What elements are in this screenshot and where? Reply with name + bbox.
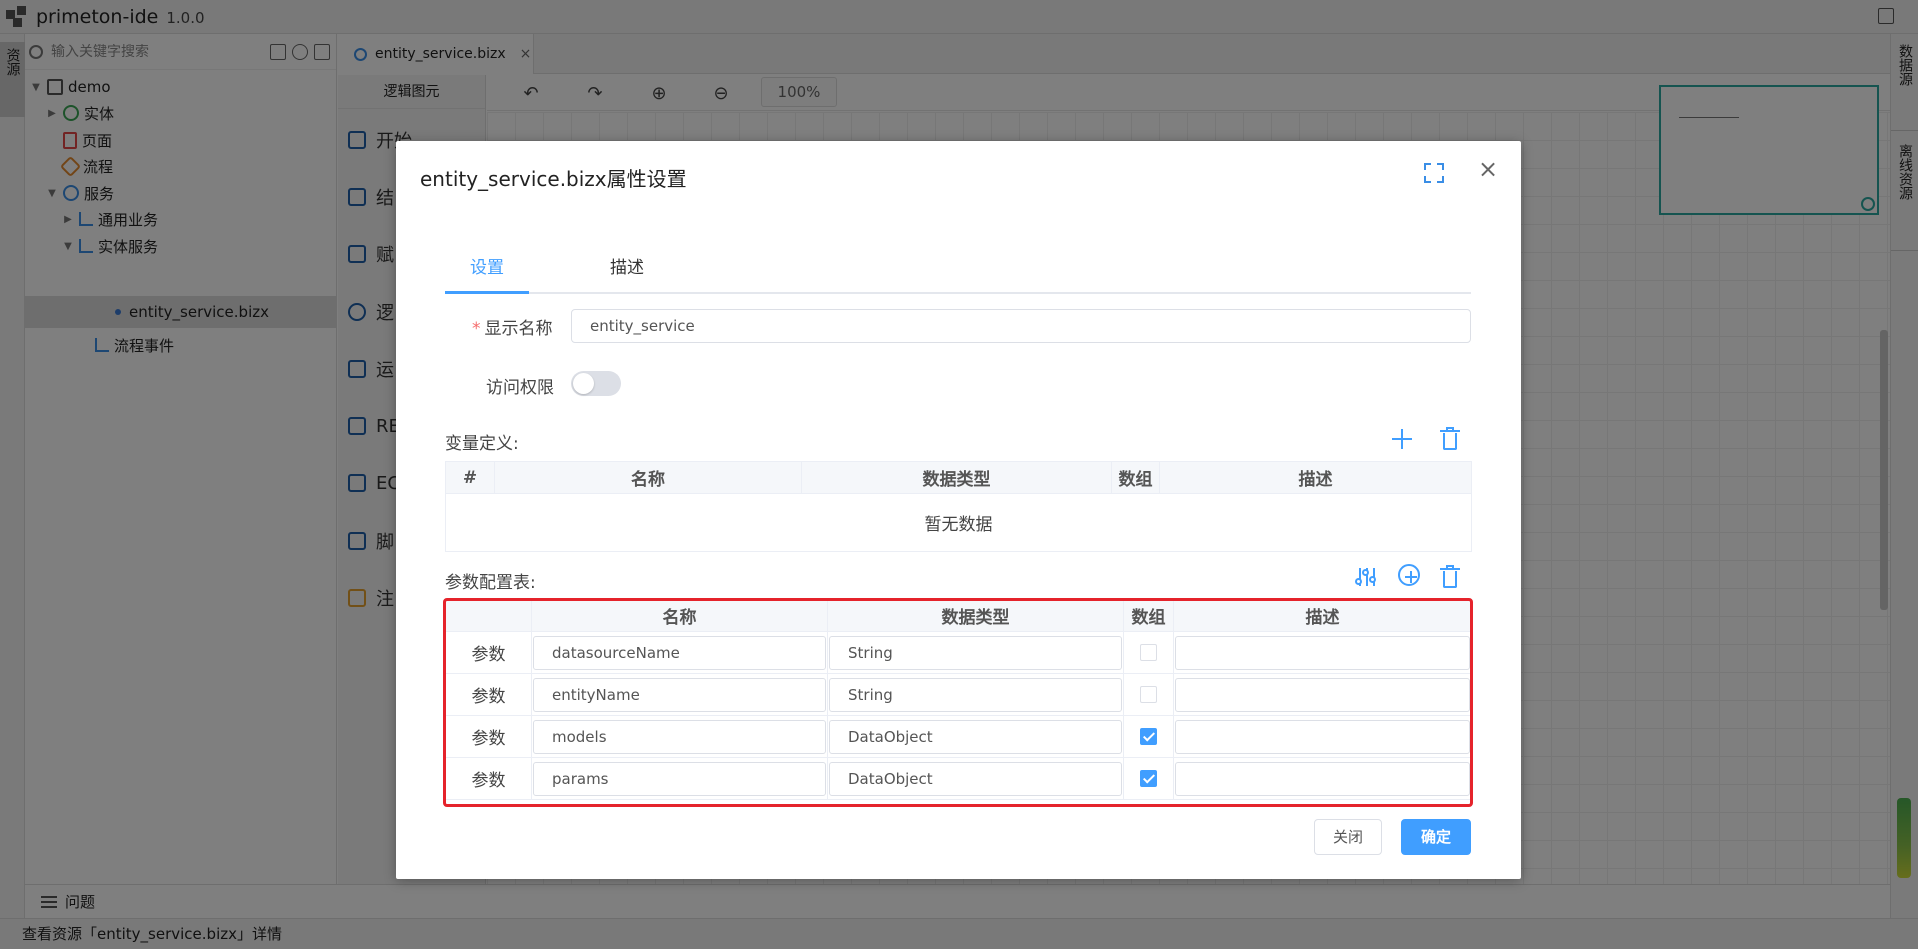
param-kind: 参数 — [445, 631, 532, 674]
param-name-input[interactable] — [533, 761, 826, 796]
display-name-label: * 显示名称 — [472, 319, 553, 339]
col-desc: 描述 — [1159, 461, 1472, 494]
properties-dialog: entity_service.bizx属性设置 × 设置 描述 *显示名称 访问… — [396, 141, 1521, 879]
array-checkbox[interactable] — [1140, 728, 1157, 745]
tab-settings[interactable]: 设置 — [445, 249, 529, 294]
param-desc-input[interactable] — [1175, 761, 1470, 796]
close-button[interactable]: 关闭 — [1314, 819, 1382, 855]
access-label: 访问权限 — [486, 378, 554, 398]
col-array: 数组 — [1111, 461, 1160, 494]
confirm-button[interactable]: 确定 — [1401, 819, 1471, 855]
col-name: 名称 — [494, 461, 802, 494]
access-toggle[interactable] — [571, 371, 621, 396]
add-variable-icon[interactable] — [1389, 426, 1415, 452]
param-table-header: 名称 数据类型 数组 描述 — [445, 599, 1472, 632]
fullscreen-icon[interactable] — [1424, 163, 1444, 183]
table-row: 参数 — [445, 757, 1472, 800]
variable-section-label: 变量定义: — [445, 434, 519, 454]
col-type: 数据类型 — [827, 599, 1124, 632]
array-checkbox[interactable] — [1140, 770, 1157, 787]
dialog-title: entity_service.bizx属性设置 — [420, 167, 687, 191]
variable-table-header: # 名称 数据类型 数组 描述 — [445, 461, 1472, 494]
add-param-icon[interactable] — [1398, 564, 1420, 586]
param-desc-input[interactable] — [1175, 635, 1470, 670]
param-table: 名称 数据类型 数组 描述 参数 参数 参数 — [445, 599, 1472, 800]
array-checkbox[interactable] — [1140, 644, 1157, 661]
param-name-input[interactable] — [533, 719, 826, 754]
col-name: 名称 — [531, 599, 828, 632]
param-type-input[interactable] — [829, 635, 1122, 670]
param-kind: 参数 — [445, 673, 532, 716]
col-type: 数据类型 — [801, 461, 1112, 494]
col-desc: 描述 — [1173, 599, 1472, 632]
param-name-input[interactable] — [533, 635, 826, 670]
variable-table: # 名称 数据类型 数组 描述 暂无数据 — [445, 461, 1472, 552]
array-checkbox[interactable] — [1140, 686, 1157, 703]
table-row: 参数 — [445, 673, 1472, 716]
table-row: 参数 — [445, 631, 1472, 674]
dialog-close-icon[interactable]: × — [1474, 155, 1502, 183]
tab-description[interactable]: 描述 — [585, 249, 669, 294]
param-type-input[interactable] — [829, 677, 1122, 712]
col-index: # — [445, 461, 495, 494]
col-kind — [445, 599, 532, 632]
dialog-tabs: 设置 描述 — [445, 249, 1471, 294]
param-kind: 参数 — [445, 715, 532, 758]
active-tab-indicator — [445, 291, 529, 294]
delete-variable-icon[interactable] — [1437, 426, 1463, 452]
table-row: 参数 — [445, 715, 1472, 758]
settings-sliders-icon[interactable] — [1354, 564, 1380, 590]
param-type-input[interactable] — [829, 719, 1122, 754]
param-kind: 参数 — [445, 757, 532, 800]
param-name-input[interactable] — [533, 677, 826, 712]
param-type-input[interactable] — [829, 761, 1122, 796]
col-array: 数组 — [1123, 599, 1174, 632]
empty-state: 暂无数据 — [445, 493, 1472, 552]
display-name-input[interactable] — [571, 309, 1471, 343]
param-desc-input[interactable] — [1175, 677, 1470, 712]
param-section-label: 参数配置表: — [445, 573, 536, 593]
delete-param-icon[interactable] — [1437, 564, 1463, 590]
param-desc-input[interactable] — [1175, 719, 1470, 754]
